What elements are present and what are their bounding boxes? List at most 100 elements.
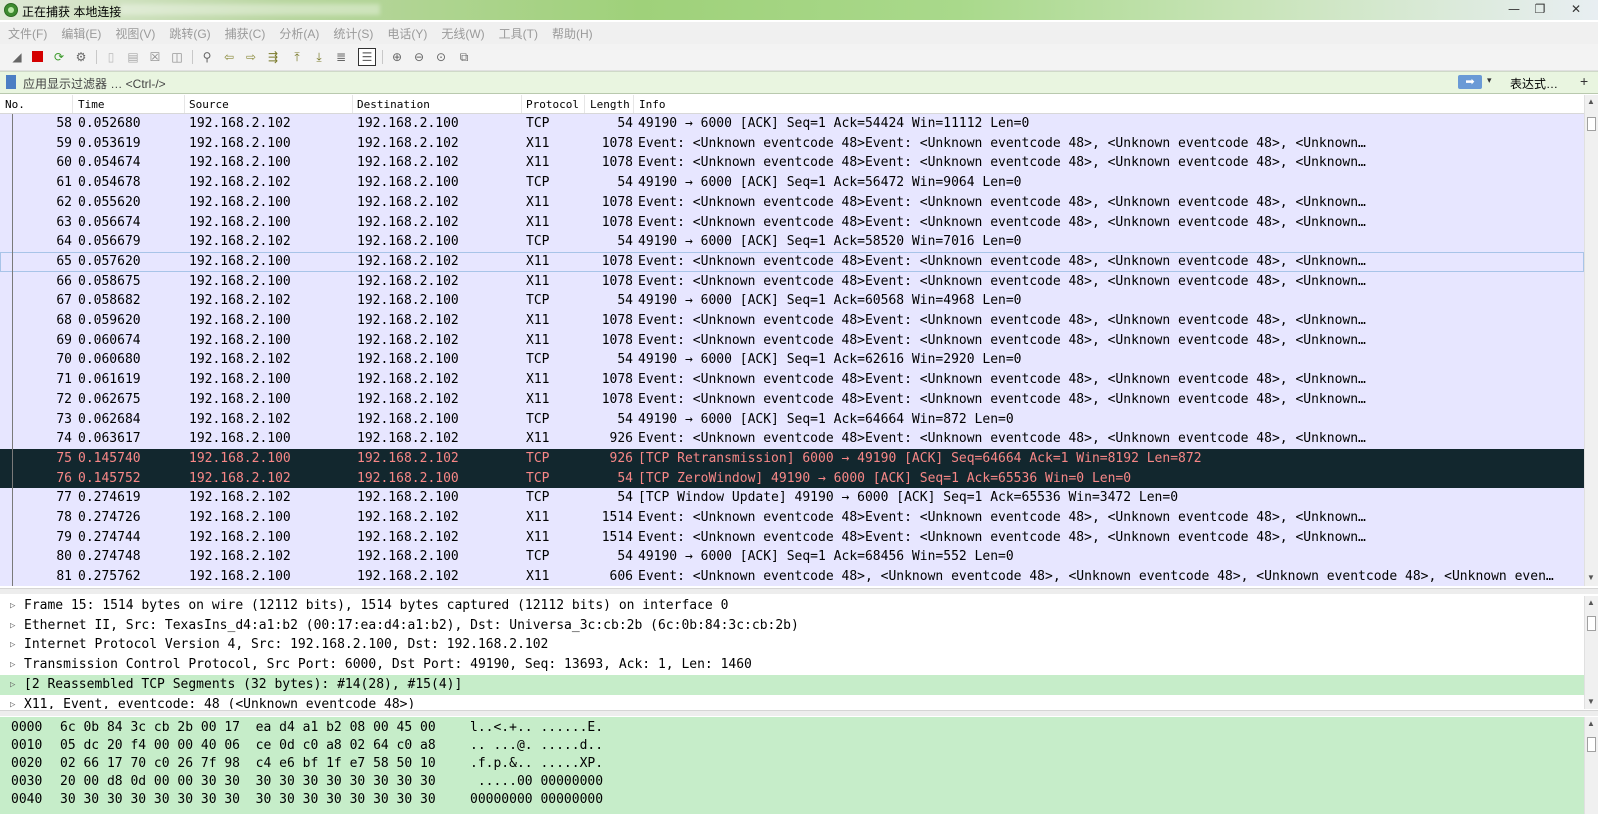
restart-capture-icon[interactable]: ⟳ [50,48,68,66]
menu-go[interactable]: 跳转(G) [161,22,216,42]
detail-tree-item[interactable]: ▷ Transmission Control Protocol, Src Port… [0,655,1584,675]
expand-triangle-icon[interactable]: ▷ [10,616,15,636]
go-last-icon[interactable]: ⤓ [310,48,328,66]
auto-scroll-icon[interactable]: ≣ [332,48,350,66]
detail-tree-item[interactable]: ▷ X11, Event, eventcode: 48 (<Unknown eve… [0,695,1584,710]
scroll-thumb[interactable] [1587,117,1596,131]
expression-button[interactable]: 表达式… [1510,75,1558,92]
add-filter-button-icon[interactable]: + [1580,73,1588,89]
packet-row[interactable]: 65 0.057620 192.168.2.100 192.168.2.102 X11 1… [0,251,1584,272]
scroll-down-arrow-icon[interactable]: ▼ [1587,573,1595,582]
apply-filter-button[interactable]: ➡ [1458,75,1482,89]
hex-bytes[interactable]: 02 66 17 70 c0 26 7f 98 c4 e6 bf 1f e7 5… [60,754,436,773]
column-header-info[interactable]: Info [639,98,666,111]
menu-file[interactable]: 文件(F) [0,22,53,42]
menu-analyze[interactable]: 分析(A) [271,22,325,42]
menu-telephony[interactable]: 电话(Y) [379,22,433,42]
restore-button[interactable]: ❐ [1528,1,1552,18]
expand-triangle-icon[interactable]: ▷ [10,635,15,655]
bytes-scrollbar[interactable]: ▲ [1584,717,1598,814]
stop-capture-icon[interactable] [28,48,46,66]
packet-row[interactable]: 74 0.063617 192.168.2.100 192.168.2.102 X11 9… [0,429,1584,450]
scroll-thumb[interactable] [1587,616,1596,631]
packet-row[interactable]: 58 0.052680 192.168.2.102 192.168.2.100 TCP 5… [0,114,1584,134]
column-header-time[interactable]: Time [78,98,105,111]
packet-row[interactable]: 61 0.054678 192.168.2.102 192.168.2.100 TCP 5… [0,173,1584,194]
hex-offset[interactable]: 0020 [11,754,42,773]
go-to-packet-icon[interactable]: ⇶ [264,48,282,66]
ascii-bytes[interactable]: .. ...@. .....d.. [470,736,603,755]
packet-row[interactable]: 79 0.274744 192.168.2.100 192.168.2.102 X11 1… [0,527,1584,548]
hex-bytes[interactable]: 6c 0b 84 3c cb 2b 00 17 ea d4 a1 b2 08 0… [60,718,436,737]
packet-row[interactable]: 70 0.060680 192.168.2.102 192.168.2.100 TCP 5… [0,350,1584,371]
menu-help[interactable]: 帮助(H) [544,22,599,42]
go-forward-icon[interactable]: ⇨ [242,48,260,66]
details-scrollbar[interactable]: ▲ ▼ [1584,596,1598,709]
reload-file-icon[interactable]: ◫ [168,48,186,66]
menu-edit[interactable]: 编辑(E) [53,22,107,42]
menu-view[interactable]: 视图(V) [107,22,161,42]
scroll-up-arrow-icon[interactable]: ▲ [1587,598,1595,607]
column-header-destination[interactable]: Destination [357,98,430,111]
packet-row[interactable]: 72 0.062675 192.168.2.100 192.168.2.102 X11 1… [0,389,1584,410]
hex-bytes[interactable]: 30 30 30 30 30 30 30 30 30 30 30 30 30 3… [60,790,436,809]
zoom-in-icon[interactable]: ⊕ [388,48,406,66]
packet-row[interactable]: 66 0.058675 192.168.2.100 192.168.2.102 X11 1… [0,271,1584,292]
packet-row[interactable]: 59 0.053619 192.168.2.100 192.168.2.102 X11 1… [0,133,1584,154]
packet-list-scrollbar[interactable]: ▲ ▼ [1584,95,1598,586]
pane-splitter[interactable] [0,588,1598,594]
ascii-bytes[interactable]: 00000000 00000000 [470,790,603,809]
minimize-button[interactable]: — [1502,1,1526,18]
hex-offset[interactable]: 0040 [11,790,42,809]
packet-row[interactable]: 81 0.275762 192.168.2.100 192.168.2.102 X11 6… [0,567,1584,586]
shark-fin-start-icon[interactable]: ◢ [8,48,26,66]
hex-bytes[interactable]: 20 00 d8 0d 00 00 30 30 30 30 30 30 30 3… [60,772,436,791]
detail-tree-item[interactable]: ▷ Frame 15: 1514 bytes on wire (12112 bit… [0,596,1584,616]
close-file-icon[interactable]: ☒ [146,48,164,66]
expand-triangle-icon[interactable]: ▷ [10,655,15,675]
column-header-length[interactable]: Length [590,98,630,111]
packet-row[interactable]: 63 0.056674 192.168.2.100 192.168.2.102 X11 1… [0,212,1584,233]
bookmark-icon[interactable] [6,75,16,89]
hex-offset[interactable]: 0010 [11,736,42,755]
go-first-icon[interactable]: ⤒ [288,48,306,66]
packet-row[interactable]: 73 0.062684 192.168.2.102 192.168.2.100 TCP 5… [0,409,1584,430]
hex-bytes[interactable]: 05 dc 20 f4 00 00 40 06 ce 0d c0 a8 02 6… [60,736,436,755]
packet-row[interactable]: 76 0.145752 192.168.2.102 192.168.2.100 TCP 5… [0,468,1584,489]
packet-row[interactable]: 64 0.056679 192.168.2.102 192.168.2.100 TCP 5… [0,232,1584,253]
display-filter-input[interactable]: 应用显示过滤器 … <Ctrl-/> [23,75,166,92]
packet-row[interactable]: 77 0.274619 192.168.2.102 192.168.2.100 TCP 5… [0,488,1584,509]
detail-tree-item[interactable]: ▷ Internet Protocol Version 4, Src: 192.1… [0,635,1584,655]
menu-statistics[interactable]: 统计(S) [325,22,379,42]
filter-history-dropdown[interactable]: ▾ [1487,75,1492,86]
scroll-thumb[interactable] [1587,737,1596,752]
find-packet-icon[interactable]: ⚲ [198,48,216,66]
packet-row[interactable]: 68 0.059620 192.168.2.100 192.168.2.102 X11 1… [0,311,1584,331]
ascii-bytes[interactable]: .....00 00000000 [470,772,603,791]
expand-triangle-icon[interactable]: ▷ [10,695,15,710]
menu-capture[interactable]: 捕获(C) [217,22,272,42]
column-header-no[interactable]: No. [5,98,25,111]
colorize-icon[interactable]: ☰ [358,48,376,66]
menu-tools[interactable]: 工具(T) [491,22,544,42]
packet-row[interactable]: 67 0.058682 192.168.2.102 192.168.2.100 TCP 5… [0,291,1584,312]
capture-options-icon[interactable]: ⚙ [72,48,90,66]
packet-row[interactable]: 71 0.061619 192.168.2.100 192.168.2.102 X11 1… [0,370,1584,391]
detail-tree-item[interactable]: ▷ Ethernet II, Src: TexasIns_d4:a1:b2 (00… [0,616,1584,636]
column-header-protocol[interactable]: Protocol [526,98,579,111]
open-file-icon[interactable]: ▯ [102,48,120,66]
pane-splitter[interactable] [0,710,1598,716]
resize-columns-icon[interactable]: ⧉ [455,48,473,66]
scroll-down-arrow-icon[interactable]: ▼ [1587,697,1595,706]
scroll-up-arrow-icon[interactable]: ▲ [1587,97,1595,106]
ascii-bytes[interactable]: .f.p.&.. .....XP. [470,754,603,773]
packet-row[interactable]: 78 0.274726 192.168.2.100 192.168.2.102 X11 1… [0,508,1584,528]
detail-tree-item[interactable]: ▷ [2 Reassembled TCP Segments (32 bytes):… [0,674,1584,695]
expand-triangle-icon[interactable]: ▷ [10,596,15,616]
packet-row[interactable]: 80 0.274748 192.168.2.102 192.168.2.100 TCP 5… [0,547,1584,568]
ascii-bytes[interactable]: l..<.+.. ......E. [470,718,603,737]
packet-row[interactable]: 62 0.055620 192.168.2.100 192.168.2.102 X11 1… [0,192,1584,213]
packet-row[interactable]: 75 0.145740 192.168.2.100 192.168.2.102 TCP 9… [0,448,1584,469]
close-window-button[interactable]: ✕ [1564,1,1588,18]
zoom-normal-icon[interactable]: ⊙ [432,48,450,66]
